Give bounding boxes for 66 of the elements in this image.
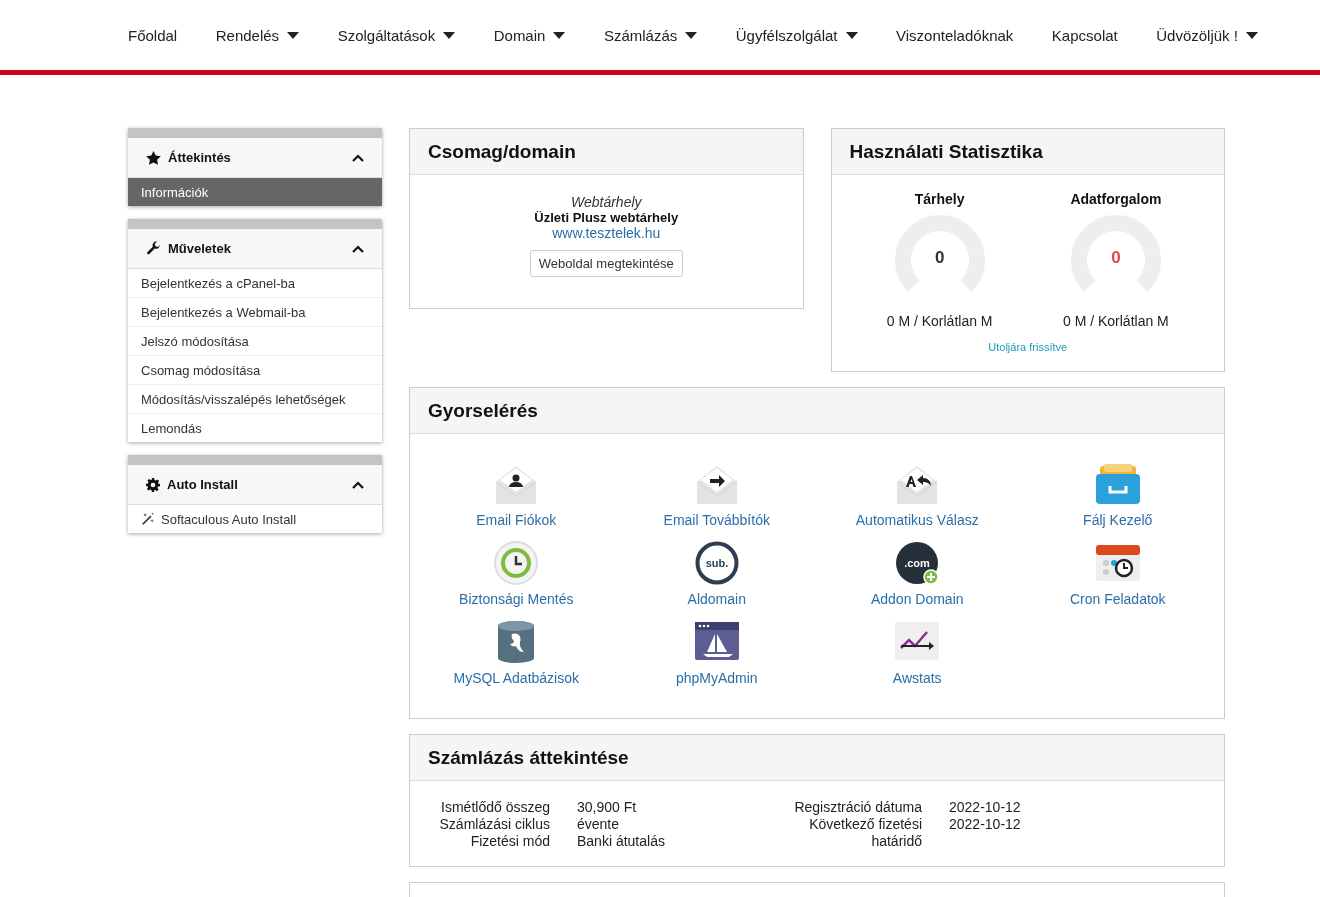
star-icon (146, 150, 161, 165)
billing-label: Következő fizetési határidő (808, 816, 922, 850)
billing-value: 30,900 Ft (577, 799, 638, 816)
domain-link[interactable]: www.tesztelek.hu (552, 225, 661, 241)
sidebar-item[interactable]: Jelszó módosítása (128, 327, 382, 356)
nav-menu-item[interactable]: Kapcsolat (1051, 26, 1118, 44)
shortcut-link[interactable]: Cron Feladatok (1017, 541, 1218, 607)
shortcut-link[interactable]: sub. Aldomain (616, 541, 817, 607)
shortcut-link[interactable]: Fálj Kezelő (1017, 462, 1218, 528)
panel-title: Műveletek (168, 241, 232, 256)
billing-label: Fizetési mód (469, 833, 550, 850)
gauge-value: 0 (1110, 248, 1122, 268)
gear-icon (146, 477, 160, 492)
magic-wand-icon (141, 512, 155, 526)
card-title: Csomag/domain (428, 140, 576, 163)
billing-label: Regisztráció dátuma (793, 799, 922, 816)
sidebar-item[interactable]: Bejelentkezés a cPanel-ba (128, 269, 382, 298)
billing-value: 2022-10-12 (949, 816, 1022, 834)
nav-menu-item[interactable]: Viszonteladóknak (896, 26, 1014, 44)
nav-menu-item[interactable]: Szolgáltatások (337, 26, 456, 44)
shortcut-link[interactable]: Automatikus Válasz (817, 462, 1018, 528)
shortcut-link[interactable]: Biztonsági Mentés (416, 541, 617, 607)
package-type: Webtárhely (570, 194, 642, 210)
subdomain-icon: sub. (694, 541, 739, 585)
nav-menu-item[interactable]: Üdvözöljük ! (1156, 26, 1258, 44)
billing-value: 2022-10-12 (949, 799, 1022, 816)
sidebar-item[interactable]: Softaculous Auto Install (128, 505, 382, 533)
sidebar-item[interactable]: Módosítás/visszalépés lehetőségek (128, 385, 382, 414)
sidebar-item[interactable]: Bejelentkezés a Webmail-ba (128, 298, 382, 327)
view-website-button[interactable]: Weboldal megtekintése (529, 250, 683, 277)
package-name: Üzleti Plusz webtárhely (534, 210, 679, 225)
file-drawer-icon (1095, 462, 1140, 506)
gauge-label: Tárhely (914, 191, 965, 207)
card-title: Számlázás áttekintése (428, 746, 629, 769)
chevron-up-icon[interactable] (352, 244, 364, 253)
shortcut-link[interactable]: Awstats (817, 620, 1018, 686)
shortcut-link[interactable]: Email Fiókok (416, 462, 617, 528)
billing-value: Banki átutalás (577, 833, 666, 850)
nav-menu-item[interactable]: Rendelés (215, 26, 300, 44)
panel-title: Auto Install (167, 477, 239, 492)
gauge-reading: 0 M / Korlátlan M (886, 313, 993, 329)
shortcut-link[interactable]: Email Továbbítók (616, 462, 817, 528)
billing-label: Ismétlődő összeg (440, 799, 550, 816)
panel-title: Áttekintés (168, 150, 232, 165)
gauge-label: Adatforgalom (1070, 191, 1162, 207)
billing-label: Számlázási ciklus (438, 816, 550, 833)
chevron-up-icon[interactable] (352, 480, 364, 489)
sidebar-item[interactable]: Csomag módosítása (128, 356, 382, 385)
sidebar-item[interactable]: Lemondás (128, 414, 382, 442)
nav-menu-item[interactable]: Számlázás (603, 26, 698, 44)
gauge-reading: 0 M / Korlátlan M (1062, 313, 1169, 329)
sidebar-item[interactable]: Információk (128, 178, 382, 206)
nav-menu-item[interactable]: Ügyfélszolgálat (735, 26, 858, 44)
card-title: Használati Statisztika (849, 140, 1043, 163)
chevron-up-icon[interactable] (352, 153, 364, 162)
shortcut-link[interactable]: .com Addon Domain (817, 541, 1018, 607)
domain-plus-icon: .com (895, 541, 940, 585)
wrench-icon (146, 241, 161, 256)
gauge-value: 0 (933, 248, 946, 268)
shortcut-link[interactable]: phpMyAdmin (616, 620, 817, 686)
card-title: Gyorselérés (428, 399, 538, 422)
billing-value: évente (577, 816, 621, 833)
backup-clock-icon (494, 541, 539, 585)
nav-menu-item[interactable]: Domain (493, 26, 566, 44)
shortcut-link[interactable]: MySQL Adatbázisok (416, 620, 617, 686)
nav-menu-item[interactable]: Főoldal (128, 26, 178, 44)
